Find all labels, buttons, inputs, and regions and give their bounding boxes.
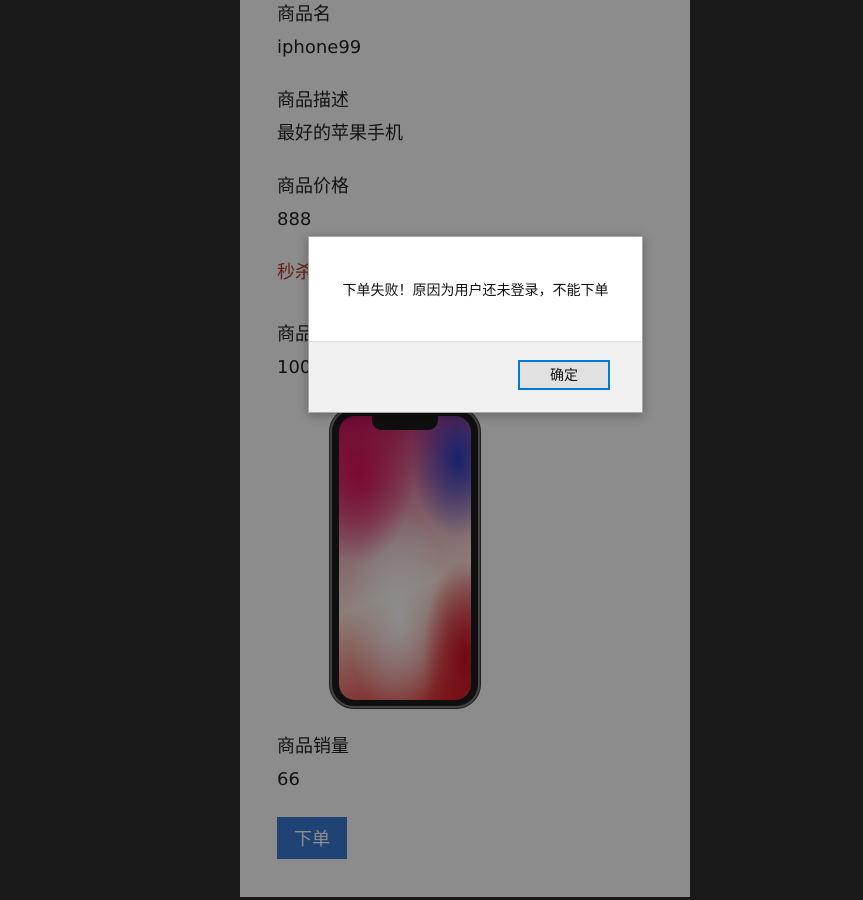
dialog-footer: 确定 [309,341,642,412]
dialog-message: 下单失败！原因为用户还未登录，不能下单 [342,283,609,299]
page: 商品名 iphone99 商品描述 最好的苹果手机 商品价格 888 秒杀 商品… [0,0,863,900]
alert-dialog: 下单失败！原因为用户还未登录，不能下单 确定 [308,236,643,413]
modal-overlay [0,0,863,900]
dialog-ok-button[interactable]: 确定 [518,360,610,390]
